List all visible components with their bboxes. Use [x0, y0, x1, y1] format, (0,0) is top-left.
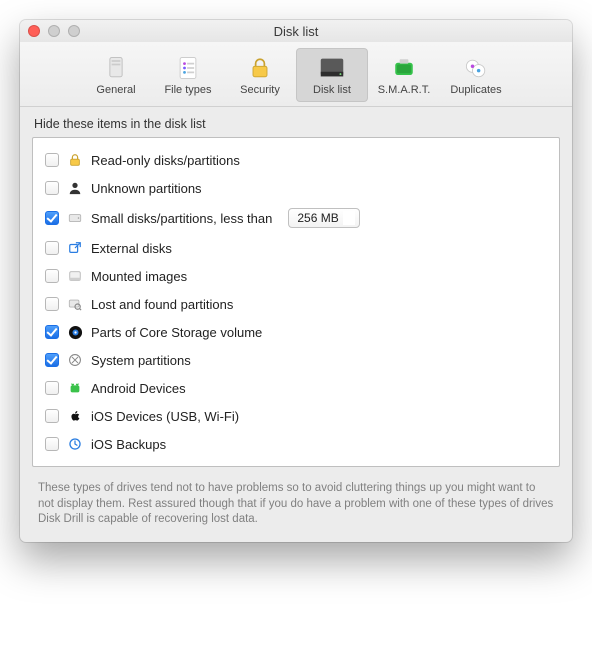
system-icon: [67, 352, 83, 368]
hide-row-corestorage: Parts of Core Storage volume: [43, 318, 549, 346]
window-title: Disk list: [20, 24, 572, 39]
external-icon: [67, 240, 83, 256]
tab-label: General: [96, 84, 135, 96]
hide-checkbox-corestorage[interactable]: [45, 325, 59, 339]
hide-label-small: Small disks/partitions, less than: [91, 211, 272, 226]
tab-security[interactable]: Security: [224, 48, 296, 102]
hide-row-system: System partitions: [43, 346, 549, 374]
hide-label-ios: iOS Devices (USB, Wi-Fi): [91, 409, 239, 424]
window-controls: [28, 25, 80, 37]
hide-checkbox-unknown[interactable]: [45, 181, 59, 195]
tab-smart[interactable]: S.M.A.R.T.: [368, 48, 440, 102]
hide-label-unknown: Unknown partitions: [91, 181, 202, 196]
chevron-up-down-icon: [346, 211, 354, 221]
toolbar: General File types Security Disk list S.M.A.…: [20, 42, 572, 107]
small-size-select-value: 256 MB: [297, 211, 338, 225]
tab-file-types[interactable]: File types: [152, 48, 224, 102]
hide-label-iosbackup: iOS Backups: [91, 437, 166, 452]
preferences-window: Disk list General File types Security Disk …: [20, 20, 572, 542]
hide-checkbox-readonly[interactable]: [45, 153, 59, 167]
hide-row-readonly: Read-only disks/partitions: [43, 146, 549, 174]
hide-checkbox-small[interactable]: [45, 211, 59, 225]
hide-checkbox-android[interactable]: [45, 381, 59, 395]
security-icon: [244, 52, 276, 84]
tab-disk-list[interactable]: Disk list: [296, 48, 368, 102]
disk-list-icon: [316, 52, 348, 84]
hide-label-readonly: Read-only disks/partitions: [91, 153, 240, 168]
hide-row-mounted: Mounted images: [43, 262, 549, 290]
disk-small-icon: [67, 210, 83, 226]
tab-label: Duplicates: [450, 84, 501, 96]
duplicates-icon: [460, 52, 492, 84]
close-window-button[interactable]: [28, 25, 40, 37]
hide-row-external: External disks: [43, 234, 549, 262]
titlebar: Disk list: [20, 20, 572, 42]
hide-label-lostfound: Lost and found partitions: [91, 297, 233, 312]
zoom-window-button[interactable]: [68, 25, 80, 37]
hide-label-system: System partitions: [91, 353, 191, 368]
search-disk-icon: [67, 296, 83, 312]
tab-general[interactable]: General: [80, 48, 152, 102]
tab-label: Disk list: [313, 84, 351, 96]
hide-checkbox-ios[interactable]: [45, 409, 59, 423]
hide-checkbox-iosbackup[interactable]: [45, 437, 59, 451]
section-label: Hide these items in the disk list: [20, 107, 572, 137]
tab-label: S.M.A.R.T.: [378, 84, 431, 96]
tab-duplicates[interactable]: Duplicates: [440, 48, 512, 102]
hide-row-lostfound: Lost and found partitions: [43, 290, 549, 318]
corestorage-icon: [67, 324, 83, 340]
hide-row-ios: iOS Devices (USB, Wi-Fi): [43, 402, 549, 430]
tab-label: File types: [164, 84, 211, 96]
hide-checkbox-lostfound[interactable]: [45, 297, 59, 311]
general-icon: [100, 52, 132, 84]
hide-label-external: External disks: [91, 241, 172, 256]
hide-items-panel: Read-only disks/partitions Unknown partit…: [32, 137, 560, 467]
hide-row-unknown: Unknown partitions: [43, 174, 549, 202]
hide-checkbox-external[interactable]: [45, 241, 59, 255]
hide-label-android: Android Devices: [91, 381, 186, 396]
footer-note: These types of drives tend not to have p…: [20, 475, 572, 542]
smart-icon: [388, 52, 420, 84]
hide-row-small: Small disks/partitions, less than 256 MB: [43, 202, 549, 234]
hide-row-iosbackup: iOS Backups: [43, 430, 549, 458]
clock-icon: [67, 436, 83, 452]
hide-row-android: Android Devices: [43, 374, 549, 402]
tab-label: Security: [240, 84, 280, 96]
small-size-select[interactable]: 256 MB: [288, 208, 359, 228]
hide-label-corestorage: Parts of Core Storage volume: [91, 325, 262, 340]
hide-checkbox-mounted[interactable]: [45, 269, 59, 283]
hide-label-mounted: Mounted images: [91, 269, 187, 284]
file-types-icon: [172, 52, 204, 84]
android-icon: [67, 380, 83, 396]
hide-checkbox-system[interactable]: [45, 353, 59, 367]
person-icon: [67, 180, 83, 196]
image-disk-icon: [67, 268, 83, 284]
apple-icon: [67, 408, 83, 424]
lock-icon: [67, 152, 83, 168]
minimize-window-button[interactable]: [48, 25, 60, 37]
